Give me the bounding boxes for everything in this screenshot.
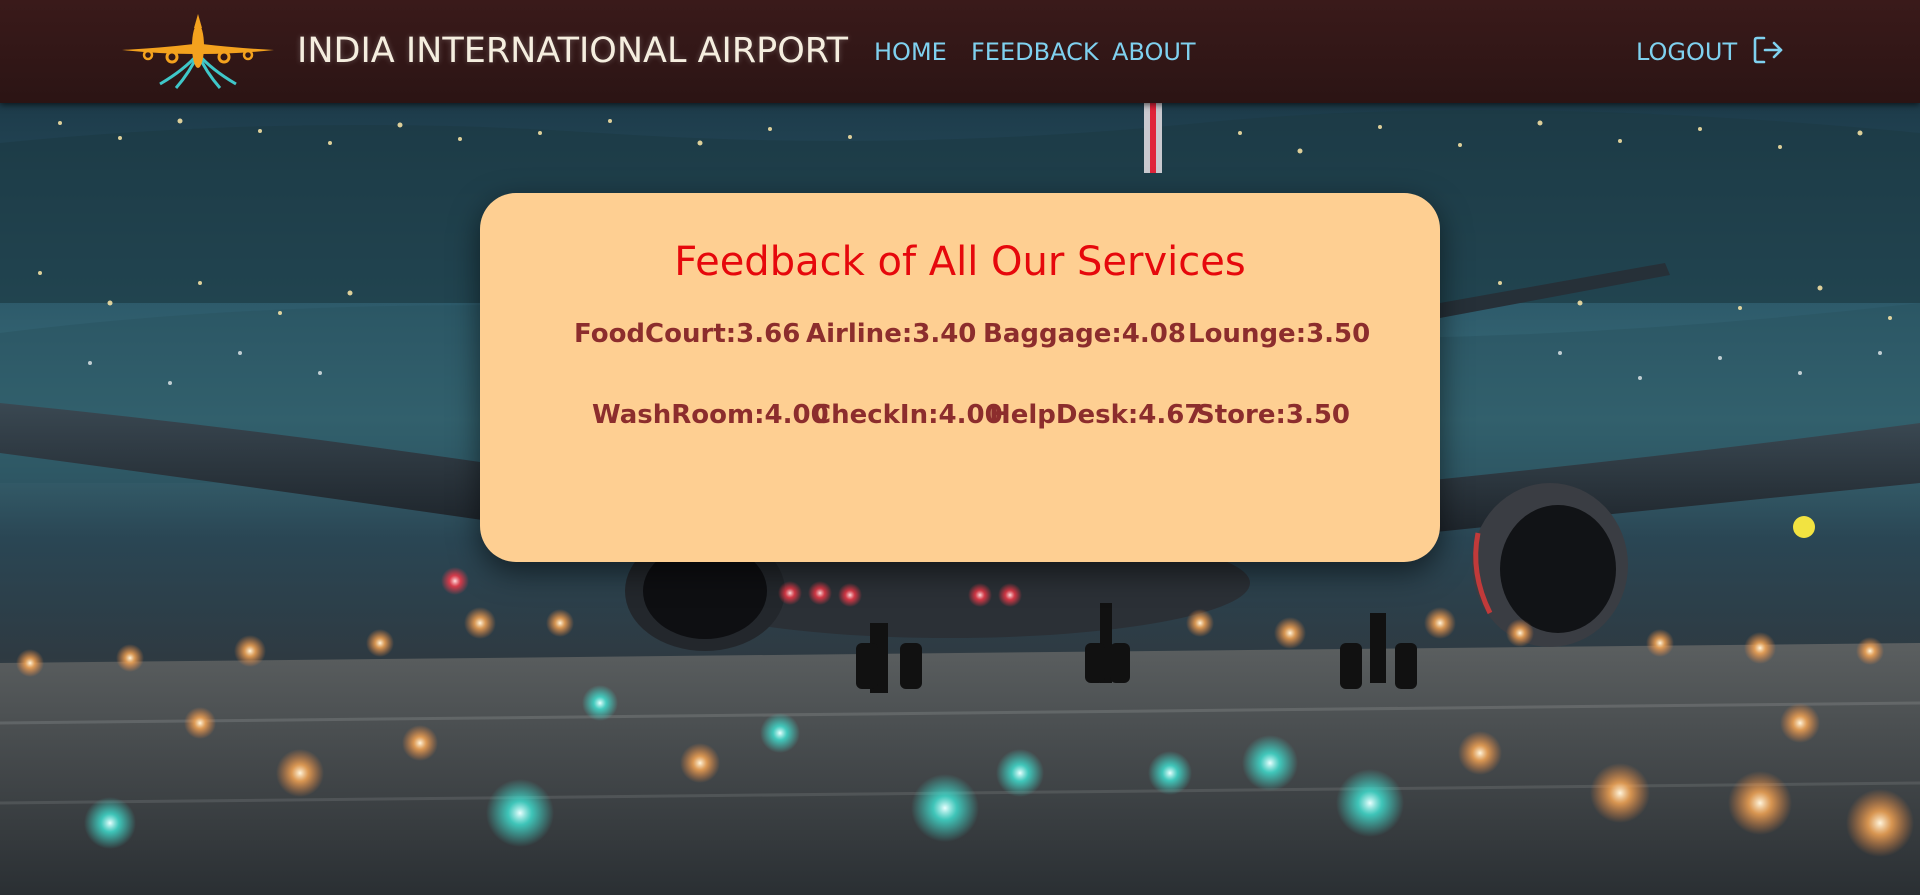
stat-lounge: Lounge:3.50 (1188, 319, 1371, 349)
nav-home-link[interactable]: HOME (874, 36, 947, 68)
feedback-card: Feedback of All Our Services FoodCourt:3… (480, 193, 1440, 562)
stat-washroom: WashRoom:4.00 (592, 400, 829, 430)
stat-baggage: Baggage:4.08 (983, 319, 1186, 349)
stat-checkin: CheckIn:4.00 (812, 400, 1003, 430)
logout-icon[interactable] (1752, 34, 1784, 66)
logout-link[interactable]: LOGOUT (1636, 36, 1737, 68)
top-navbar: INDIA INTERNATIONAL AIRPORT HOME FEEDBAC… (0, 0, 1920, 103)
stat-helpdesk: HelpDesk:4.67 (989, 400, 1203, 430)
stat-store: Store:3.50 (1196, 400, 1351, 430)
stat-airline: Airline:3.40 (806, 319, 977, 349)
brand-title[interactable]: INDIA INTERNATIONAL AIRPORT (297, 29, 848, 73)
nav-feedback-link[interactable]: FEEDBACK (971, 36, 1099, 68)
stat-foodcourt: FoodCourt:3.66 (574, 319, 801, 349)
nav-about-link[interactable]: ABOUT (1112, 36, 1196, 68)
feedback-title: Feedback of All Our Services (674, 239, 1246, 285)
airplane-logo-icon[interactable] (120, 10, 276, 90)
